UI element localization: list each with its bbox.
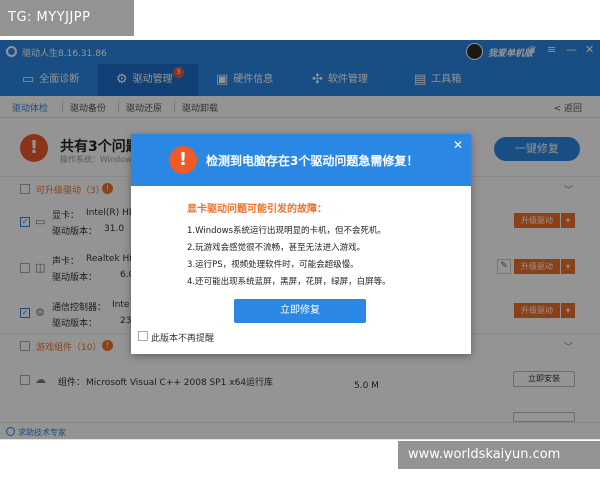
alert-icon: ! [169, 146, 197, 174]
app-window: 驱动人生8.16.31.86 我爱单机版 ♛ ≡ — ✕ ▭ 全面诊断 ⚙ 驱动管理… [0, 40, 600, 440]
issues-title: 显卡驱动问题可能引发的故障： [187, 204, 327, 215]
dialog-title: 检测到电脑存在3个驱动问题急需修复！ [206, 154, 419, 168]
issue-item: 4.还可能出现系统蓝屏，黑屏，花屏，绿屏，白屏等。 [187, 277, 391, 287]
watermark-top-left: TG: MYYJJPP [0, 0, 134, 36]
dialog-header: ! 检测到电脑存在3个驱动问题急需修复！ ✕ [131, 134, 471, 186]
watermark-bottom-right: www.worldskaiyun.com [398, 441, 600, 469]
close-icon[interactable]: ✕ [453, 138, 463, 152]
repair-now-button[interactable]: 立即修复 [234, 299, 366, 323]
dont-remind-checkbox[interactable] [138, 331, 148, 341]
issue-item: 2.玩游戏会感觉很不流畅，甚至无法进入游戏。 [187, 243, 366, 253]
issue-item: 1.Windows系统运行出现明显的卡机，但不会死机。 [187, 226, 387, 236]
issue-item: 3.运行PS，视频处理软件时，可能会超级慢。 [187, 260, 359, 270]
dont-remind-label[interactable]: 此版本不再提醒 [151, 331, 214, 344]
repair-dialog: ! 检测到电脑存在3个驱动问题急需修复！ ✕ 显卡驱动问题可能引发的故障： 1.… [131, 134, 471, 354]
